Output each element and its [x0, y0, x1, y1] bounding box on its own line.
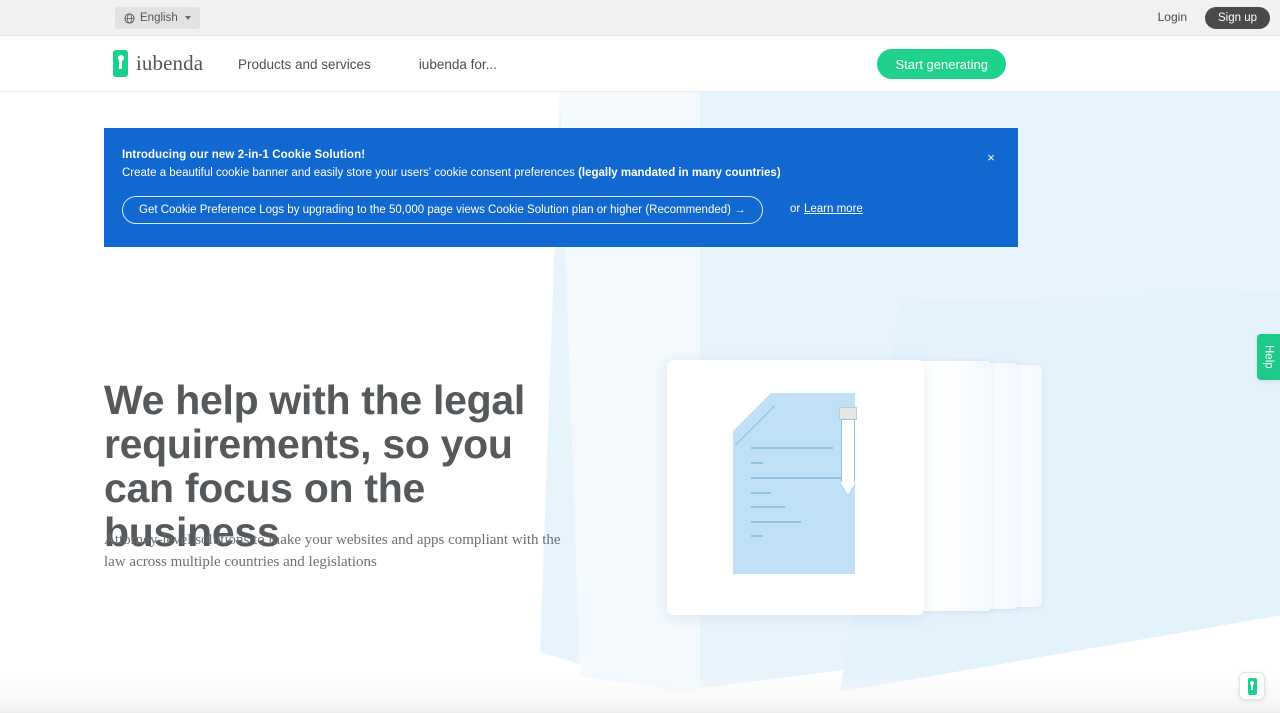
document-text-line [751, 492, 771, 494]
login-link[interactable]: Login [1158, 10, 1187, 24]
page-subtitle: Attorney-level solutions to make your we… [104, 529, 564, 573]
globe-icon [124, 13, 135, 24]
promo-banner: Introducing our new 2-in-1 Cookie Soluti… [104, 128, 1018, 247]
iubenda-keyhole-logo-icon [1248, 678, 1257, 695]
document-fold-edge [733, 393, 787, 447]
document-text-line [751, 521, 801, 523]
main-navbar: iubenda Products and services iubenda fo… [0, 36, 1280, 92]
hero-illustration [660, 355, 1060, 635]
iubenda-floating-widget-button[interactable] [1239, 672, 1265, 700]
promo-banner-title: Introducing our new 2-in-1 Cookie Soluti… [122, 149, 365, 161]
stacked-card-front [918, 361, 992, 611]
promo-banner-subtitle: Create a beautiful cookie banner and eas… [122, 167, 781, 179]
brand-name: iubenda [136, 51, 203, 76]
bottom-section-fade [0, 675, 1280, 713]
promo-banner-or-label: or [790, 203, 800, 215]
start-generating-button[interactable]: Start generating [877, 49, 1006, 79]
nav-links: Products and services iubenda for... [238, 36, 497, 92]
close-icon[interactable]: × [983, 150, 999, 166]
decorative-background [0, 0, 1280, 713]
page-root: English Login Sign up iubenda Products a… [0, 0, 1280, 713]
document-text-line [751, 477, 847, 479]
pencil-body-icon [841, 419, 855, 483]
page-title: We help with the legal requirements, so … [104, 378, 574, 554]
document-card [667, 360, 924, 615]
promo-banner-subtitle-plain: Create a beautiful cookie banner and eas… [122, 167, 578, 179]
document-text-line [751, 447, 833, 449]
brand-logo-link[interactable]: iubenda [113, 50, 203, 77]
document-text-line [751, 462, 763, 464]
nav-link-products-and-services[interactable]: Products and services [238, 57, 371, 72]
promo-banner-learn-more-link[interactable]: Learn more [804, 203, 863, 215]
document-text-line [751, 535, 763, 537]
pencil-tip-icon [840, 482, 856, 495]
promo-banner-subtitle-bold: (legally mandated in many countries) [578, 167, 781, 179]
help-tab-button[interactable]: Help [1257, 334, 1280, 380]
iubenda-keyhole-logo-icon [113, 50, 128, 77]
language-selector[interactable]: English [115, 7, 200, 29]
document-text-line [751, 506, 785, 508]
utility-bar: English Login Sign up [0, 0, 1280, 36]
signup-button[interactable]: Sign up [1205, 7, 1270, 29]
document-icon [733, 393, 855, 574]
promo-banner-cta-button[interactable]: Get Cookie Preference Logs by upgrading … [122, 196, 763, 224]
language-label: English [140, 12, 178, 24]
chevron-down-icon [185, 16, 191, 20]
nav-link-iubenda-for[interactable]: iubenda for... [419, 57, 497, 72]
